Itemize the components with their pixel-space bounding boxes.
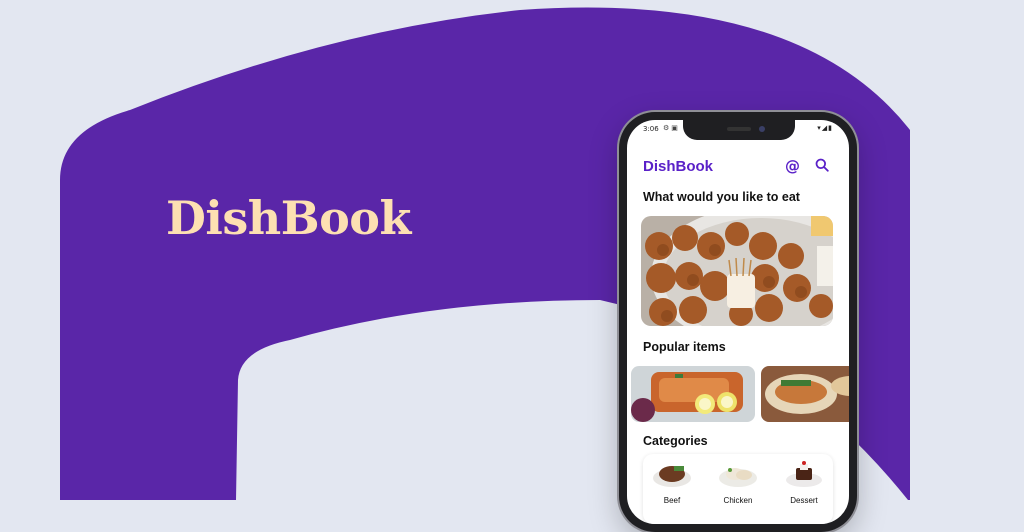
battery-icon: ▮ bbox=[828, 124, 833, 132]
phone-screen: 3:06 ⚙▣ ▾◢▮ DishBook @ What would you li… bbox=[627, 120, 849, 524]
phone-notch bbox=[683, 120, 795, 140]
at-sign-icon[interactable]: @ bbox=[785, 158, 800, 174]
category-item[interactable]: Beef bbox=[645, 460, 699, 505]
category-item[interactable]: Dessert bbox=[777, 460, 831, 505]
status-left-icons: ⚙▣ bbox=[663, 124, 680, 132]
status-time: 3:06 bbox=[643, 125, 659, 133]
app-title: DishBook bbox=[643, 158, 714, 175]
brand-title: DishBook bbox=[166, 191, 411, 245]
front-camera bbox=[759, 126, 765, 132]
categories-heading: Categories bbox=[643, 434, 708, 448]
category-label: Chicken bbox=[723, 496, 753, 505]
phone-mockup: 3:06 ⚙▣ ▾◢▮ DishBook @ What would you li… bbox=[619, 112, 857, 532]
background-purple-shape bbox=[60, 7, 910, 500]
popular-item-card[interactable] bbox=[631, 366, 755, 422]
popular-item-card[interactable] bbox=[761, 366, 849, 422]
hero-food-image[interactable] bbox=[641, 216, 833, 326]
dessert-dish-icon bbox=[786, 461, 822, 487]
chicken-dish-icon bbox=[719, 468, 757, 487]
speaker bbox=[727, 127, 751, 131]
category-label: Dessert bbox=[790, 496, 818, 505]
hero-heading: What would you like to eat bbox=[643, 190, 800, 204]
message-icon: ▣ bbox=[671, 124, 680, 132]
beef-dish-icon bbox=[653, 466, 691, 487]
popular-heading: Popular items bbox=[643, 340, 726, 354]
category-item[interactable]: Chicken bbox=[711, 460, 765, 505]
category-label: Beef bbox=[663, 496, 681, 505]
status-right-icons: ▾◢▮ bbox=[817, 124, 833, 132]
categories-panel: Beef Chicken Dessert bbox=[643, 454, 833, 524]
search-icon[interactable] bbox=[815, 158, 829, 175]
